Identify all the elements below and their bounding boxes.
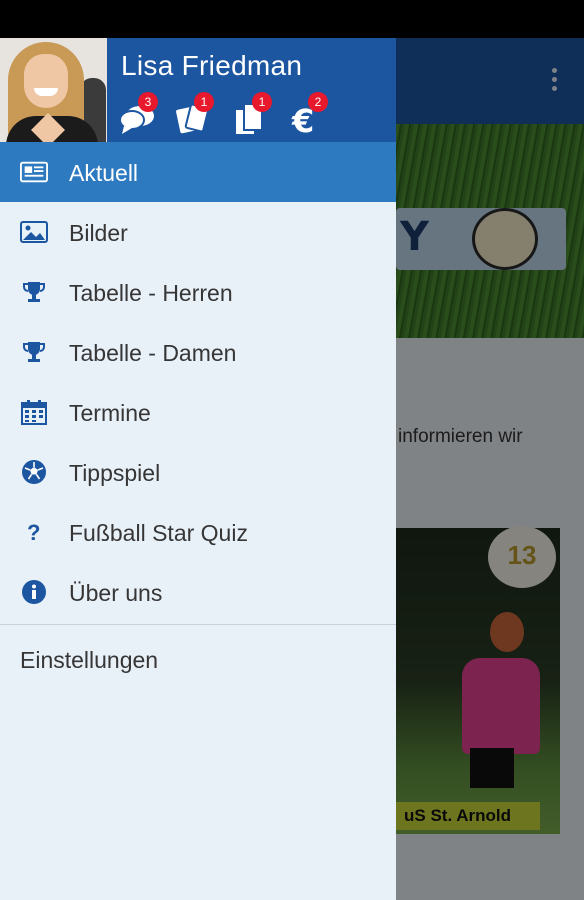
menu-item-einstellungen[interactable]: Einstellungen [0,625,396,693]
documents-button[interactable]: 1 [232,92,272,138]
menu-item-label: Tippspiel [69,460,161,486]
drawer-menu: Aktuell Bilder Tabelle - Herren Tabelle … [0,142,396,693]
messages-button[interactable]: 3 [118,92,158,138]
image-icon [20,220,48,244]
user-name: Lisa Friedman [121,50,303,81]
menu-item-label: Tabelle - Damen [69,340,237,366]
documents-badge: 1 [252,92,272,112]
news-icon [20,160,48,184]
question-icon: ? [20,520,48,544]
drawer-header: Lisa Friedman 3 1 1 € 2 [0,38,396,142]
svg-text:?: ? [27,520,40,544]
soccer-ball-icon [20,460,48,484]
menu-item-ueber-uns[interactable]: Über uns [0,562,396,622]
menu-item-label: Tabelle - Herren [69,280,233,306]
payments-badge: 2 [308,92,328,112]
trophy-icon [20,280,48,304]
menu-item-aktuell[interactable]: Aktuell [0,142,396,202]
menu-item-label: Bilder [69,220,128,246]
info-icon [20,580,48,604]
menu-item-tabelle-damen[interactable]: Tabelle - Damen [0,322,396,382]
menu-item-tippspiel[interactable]: Tippspiel [0,442,396,502]
messages-badge: 3 [138,92,158,112]
menu-item-label: Aktuell [69,160,139,186]
tickets-badge: 1 [194,92,214,112]
menu-item-label: Über uns [69,580,163,606]
menu-item-bilder[interactable]: Bilder [0,202,396,262]
menu-item-termine[interactable]: Termine [0,382,396,442]
avatar[interactable] [0,38,107,142]
menu-item-label: Termine [69,400,151,426]
trophy-icon [20,340,48,364]
menu-item-label: Fußball Star Quiz [69,520,248,546]
payments-button[interactable]: € 2 [288,92,328,138]
tickets-button[interactable]: 1 [174,92,214,138]
settings-label: Einstellungen [20,647,159,673]
menu-item-quiz[interactable]: ? Fußball Star Quiz [0,502,396,562]
calendar-icon [20,400,48,425]
navigation-drawer: Lisa Friedman 3 1 1 € 2 Aktuell Bilder T… [0,38,396,900]
menu-item-tabelle-herren[interactable]: Tabelle - Herren [0,262,396,322]
status-bar [0,0,584,38]
